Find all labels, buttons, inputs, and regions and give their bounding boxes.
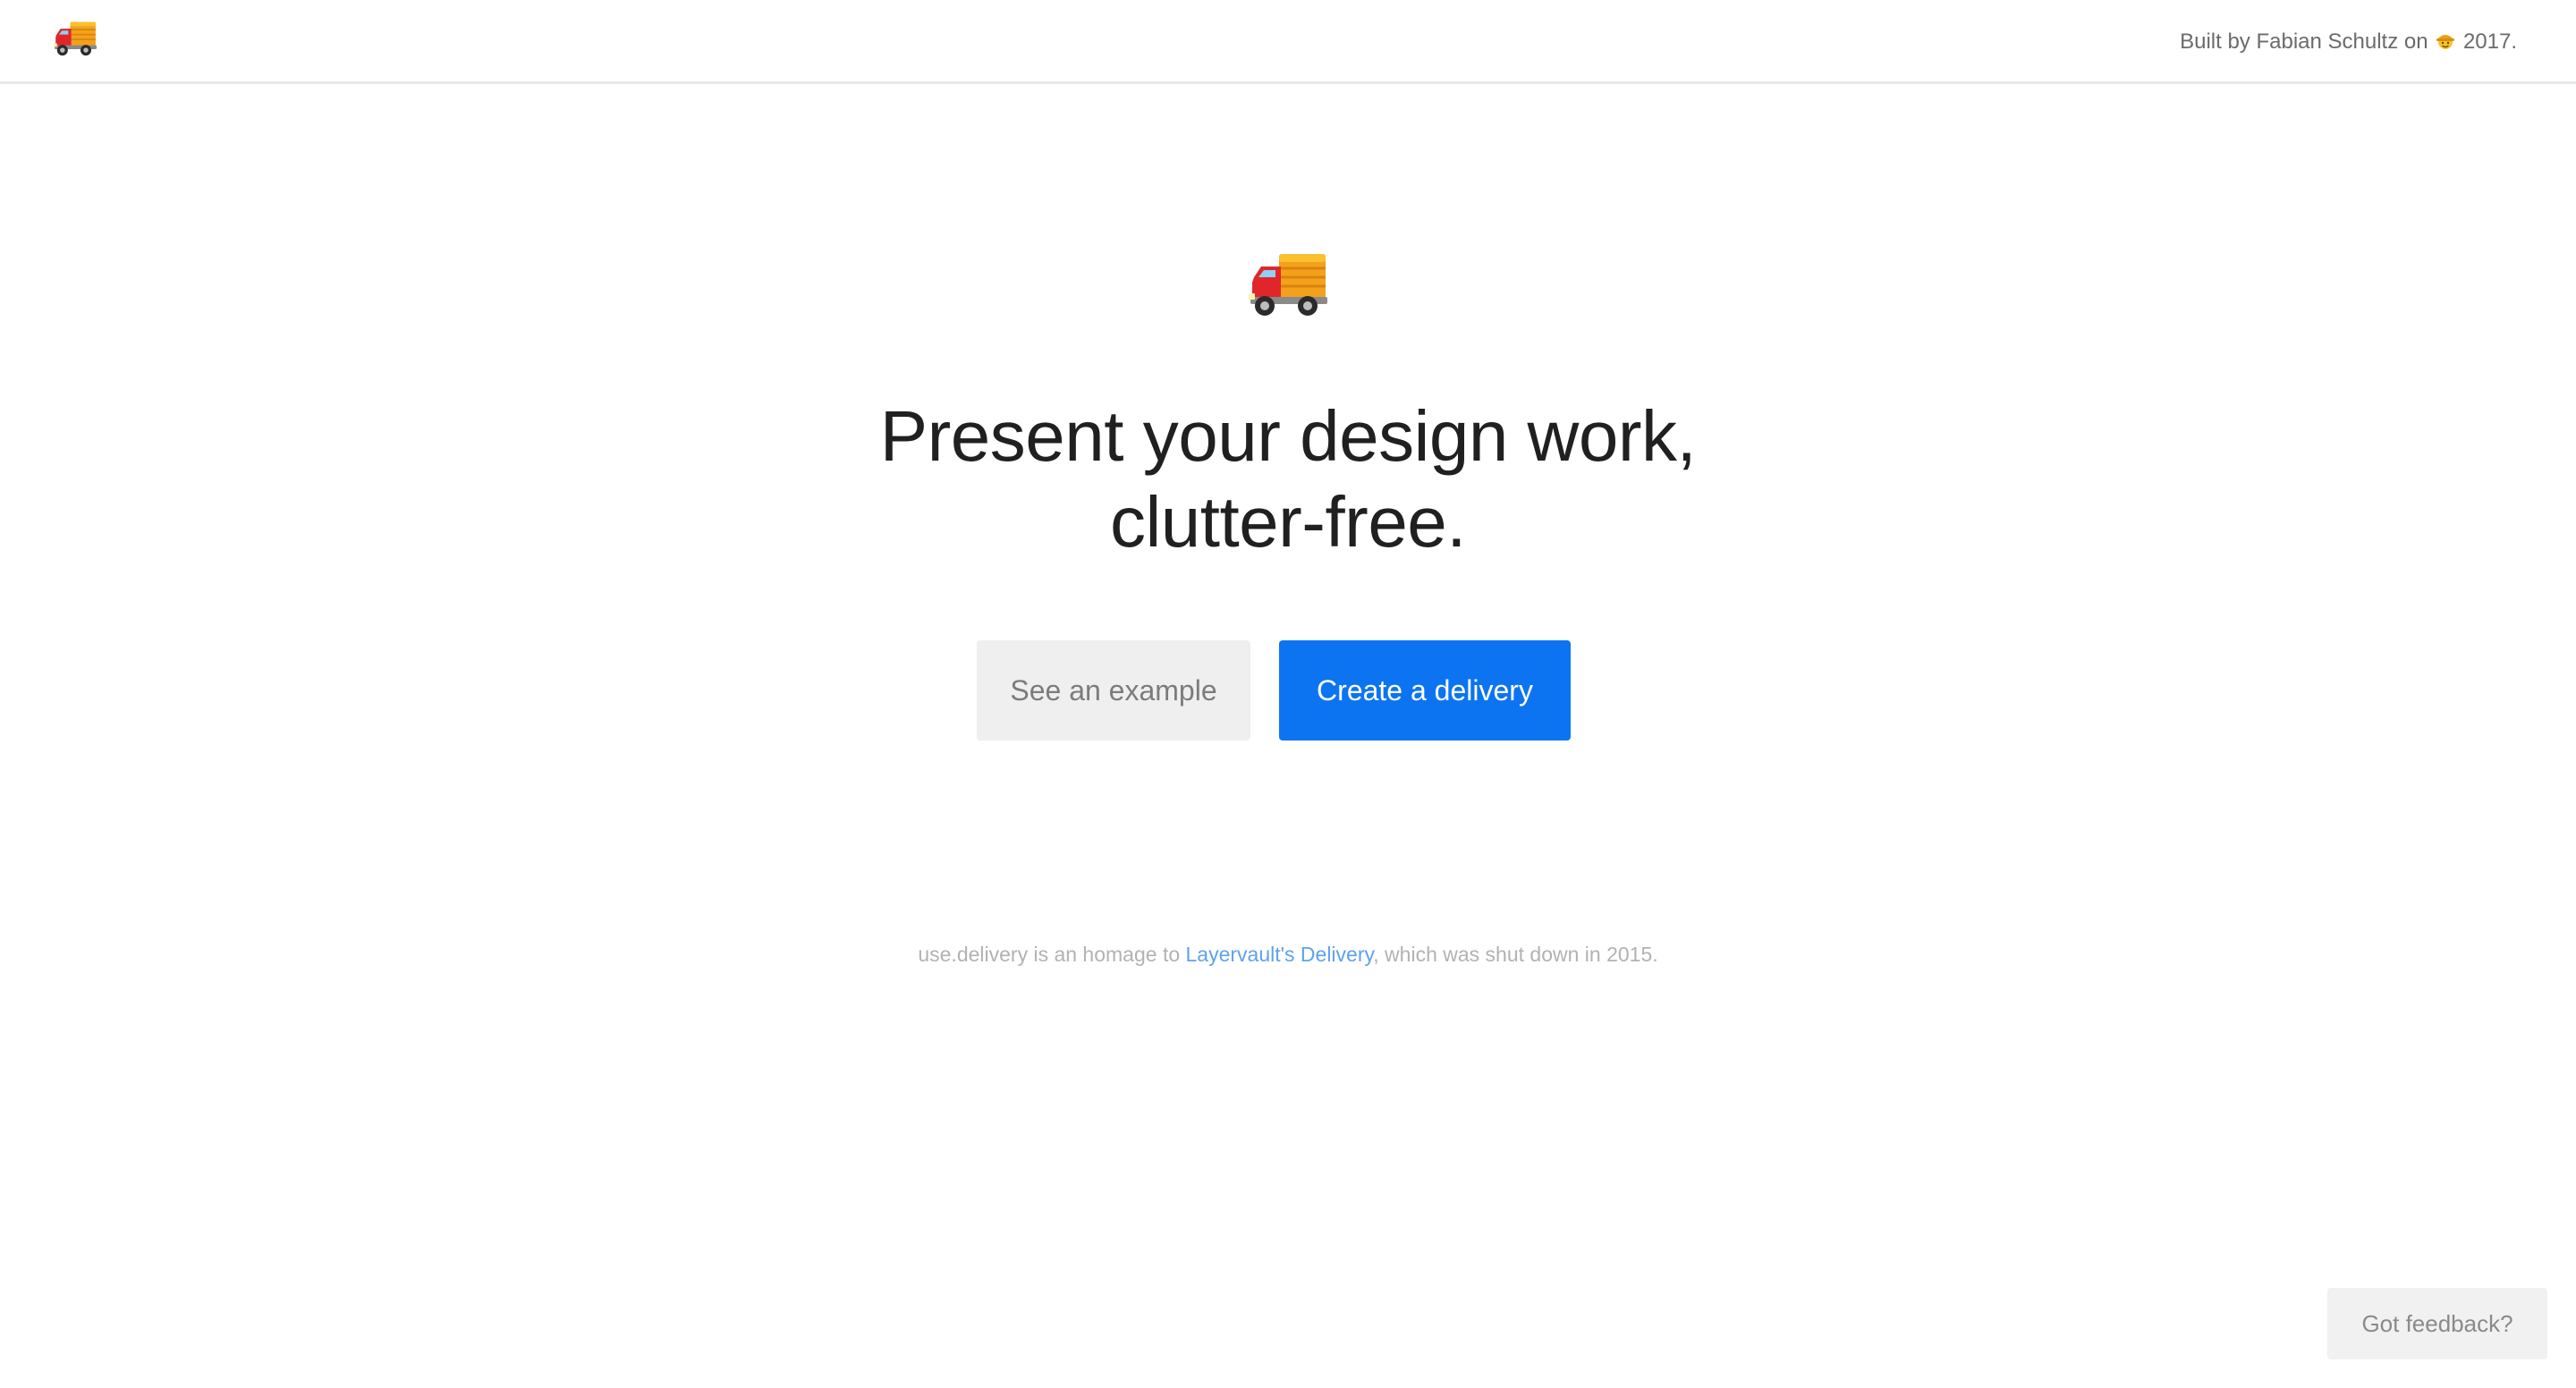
feedback-button[interactable]: Got feedback? [2327,1288,2547,1359]
see-example-button[interactable]: See an example [977,640,1250,741]
credit-text: Built by Fabian Schultz on [2180,30,2428,54]
page-headline: Present your design work, clutter-free. [0,394,2576,565]
homage-prefix: use.delivery is an homage to [918,943,1181,966]
create-delivery-button[interactable]: Create a delivery [1279,640,1571,741]
layervault-delivery-link[interactable]: Layervault's Delivery [1186,943,1374,966]
homage-note: use.delivery is an homage to Layervault'… [0,939,2576,969]
credit-year: 2017. [2462,30,2517,54]
headline-line-2: clutter-free. [1109,482,1467,562]
headline-line-1: Present your design work, [879,396,1697,476]
author-credit: Built by Fabian Schultz on 2017. [2180,27,2517,60]
delivery-truck-icon[interactable] [54,20,97,63]
smiling-sun-hat-icon [2436,30,2455,60]
delivery-truck-icon [1249,250,1327,318]
top-bar: Built by Fabian Schultz on 2017. [0,0,2576,84]
homage-suffix: , which was shut down in 2015. [1373,943,1658,966]
